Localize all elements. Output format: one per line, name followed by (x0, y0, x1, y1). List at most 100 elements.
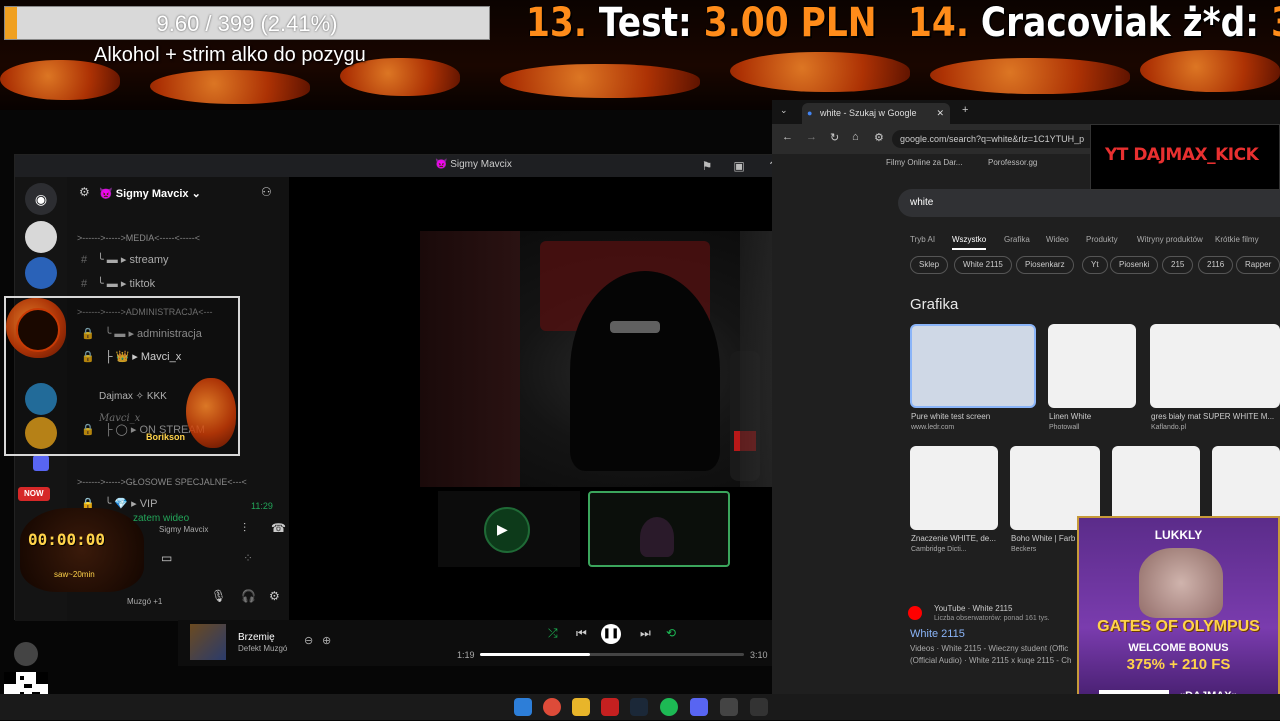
channel-item[interactable]: # ╰ ▬ ▸ tiktok (81, 277, 155, 290)
site-info-icon[interactable]: ⚙ (874, 131, 884, 144)
tab-product-sites[interactable]: Witryny produktów (1137, 235, 1203, 244)
discord-icon[interactable] (690, 698, 708, 716)
filter-chip[interactable]: Piosenki (1110, 256, 1159, 274)
filter-chip[interactable]: Yt (1082, 256, 1108, 274)
spotify-icon[interactable] (660, 698, 678, 716)
minus-icon[interactable]: ⊖ (304, 634, 313, 647)
settings-icon[interactable]: ⚙ (79, 185, 90, 199)
next-icon[interactable]: ⏭ (640, 626, 651, 641)
channel-item[interactable]: # ╰ ▬ ▸ streamy (81, 253, 169, 266)
image-result[interactable] (910, 324, 1036, 408)
result-source: YouTube · White 2115 (934, 604, 1013, 613)
image-caption[interactable]: Pure white test screen (911, 412, 990, 421)
speaking-user-tile[interactable] (588, 491, 730, 567)
video-camera-icon: ▶ (497, 521, 508, 537)
tab-images[interactable]: Grafika (1004, 235, 1030, 244)
server-icon[interactable] (25, 257, 57, 289)
bookmark-item[interactable]: Porofessor.gg (988, 158, 1037, 167)
chrome-icon[interactable] (543, 698, 561, 716)
filter-chip[interactable]: White 2115 (954, 256, 1012, 274)
result-description: Videos · White 2115 - Wieczny student (O… (910, 644, 1069, 653)
filter-chip[interactable]: 2116 (1198, 256, 1234, 274)
now-badge: NOW (18, 487, 50, 501)
filter-chip[interactable]: Rapper (1236, 256, 1280, 274)
server-icon[interactable] (25, 221, 57, 253)
shuffle-icon[interactable]: ⤮ (548, 626, 558, 641)
back-icon[interactable]: ← (782, 131, 793, 143)
disconnect-icon[interactable]: ☎ (271, 521, 286, 535)
add-member-icon[interactable]: ⚇ (261, 185, 272, 199)
noise-suppression-icon[interactable]: ⫶ (243, 521, 246, 536)
app-icon[interactable] (750, 698, 768, 716)
previous-icon[interactable]: ⏮ (576, 626, 587, 641)
filter-chip[interactable]: Piosenkarz (1016, 256, 1074, 274)
server-name[interactable]: 👿 Sigmy Mavcix ⌄ (99, 187, 201, 200)
channel-category[interactable]: >------>----->GŁOSOWE SPECJALNE<---< (77, 477, 247, 487)
casino-ad: LUKKLY GATES OF OLYMPUS WELCOME BONUS 37… (1077, 516, 1280, 720)
reload-icon[interactable]: ↻ (830, 131, 839, 144)
new-tab-icon[interactable]: + (962, 104, 968, 116)
cam-name: Borikson (146, 432, 186, 442)
pause-button[interactable]: ❚❚ (601, 624, 621, 644)
repeat-icon[interactable]: ⟲ (666, 626, 676, 640)
image-result[interactable] (1150, 324, 1280, 408)
image-result[interactable] (910, 446, 998, 530)
channel-category[interactable]: >------>----->MEDIA<-----<-----< (77, 233, 200, 243)
microphone-icon[interactable]: 🎙 (211, 589, 226, 603)
headphones-icon[interactable]: 🎧 (241, 589, 256, 603)
bookmark-item[interactable]: Filmy Online za Dar... (886, 158, 962, 167)
user-settings-icon[interactable]: ⚙ (269, 589, 280, 603)
image-caption[interactable]: Boho White | Farb (1011, 534, 1075, 543)
app-icon[interactable] (601, 698, 619, 716)
tab-videos[interactable]: Wideo (1046, 235, 1069, 244)
camera-off-tile[interactable]: ▶ (438, 491, 580, 567)
playback-progress[interactable] (480, 653, 744, 656)
flag-icon[interactable]: ⚑ (699, 158, 715, 174)
screenshare-icon[interactable]: ▭ (161, 551, 172, 565)
forward-icon[interactable]: → (806, 131, 817, 143)
discord-home-icon[interactable]: ◉ (25, 183, 57, 215)
tab-short-videos[interactable]: Krótkie filmy (1215, 235, 1259, 244)
add-icon[interactable]: ⊕ (322, 634, 331, 647)
file-explorer-icon[interactable] (572, 698, 590, 716)
image-source: www.ledr.com (911, 424, 955, 431)
streamer-avatar (16, 308, 60, 352)
add-server-icon[interactable] (33, 455, 49, 471)
tab-products[interactable]: Produkty (1086, 235, 1118, 244)
result-description: (Official Audio) · White 2115 x kuqe 211… (910, 656, 1072, 665)
track-artist: Defekt Muzgó (238, 644, 288, 653)
google-favicon-icon: ● (807, 108, 813, 118)
voice-timer: 11:29 (251, 501, 273, 511)
taskbar (0, 694, 1280, 720)
image-result[interactable] (1048, 324, 1136, 408)
activities-icon[interactable]: ⁘ (243, 551, 253, 565)
close-tab-icon[interactable]: ✕ (936, 103, 944, 124)
search-input[interactable]: white (898, 189, 1280, 217)
total-time: 3:10 (750, 650, 768, 660)
filter-chip[interactable]: 215 (1162, 256, 1194, 274)
result-title-link[interactable]: White 2115 (910, 628, 965, 640)
window-title: 👿 Sigmy Mavcix (435, 159, 512, 170)
track-title: Brzemię (238, 632, 275, 643)
goal-title: Alkohol + strim alko do pozygu (94, 44, 366, 66)
url-bar[interactable]: google.com/search?q=white&rlz=1C1YTUH_p (892, 130, 1106, 148)
tab-search-icon[interactable]: ⌄ (780, 105, 788, 116)
image-caption[interactable]: gres biały mat SUPER WHITE M... (1151, 412, 1274, 421)
tab-all[interactable]: Wszystko (952, 235, 987, 250)
browser-tab[interactable]: ● white - Szukaj w Google ✕ (802, 103, 950, 124)
steam-icon[interactable] (630, 698, 648, 716)
tab-ai-mode[interactable]: Tryb AI (910, 235, 935, 244)
youtube-icon (908, 606, 922, 620)
settings-icon[interactable] (720, 698, 738, 716)
start-menu-icon[interactable] (514, 698, 532, 716)
channel-name-overlay: YT DAJMAX_KICK (1090, 124, 1280, 190)
donation-ticker-item: 14. Cracoviak ż*d: 3.00 (908, 0, 1280, 46)
image-caption[interactable]: Znaczenie WHITE, de... (911, 534, 996, 543)
main-video-feed[interactable] (420, 231, 812, 487)
image-caption[interactable]: Linen White (1049, 412, 1091, 421)
filter-chip[interactable]: Sklep (910, 256, 949, 274)
album-art (190, 624, 226, 660)
home-icon[interactable]: ⌂ (852, 131, 859, 143)
result-subtitle: Liczba obserwatorów: ponad 161 tys. (934, 615, 1050, 622)
screen-icon[interactable]: ▣ (731, 158, 747, 174)
